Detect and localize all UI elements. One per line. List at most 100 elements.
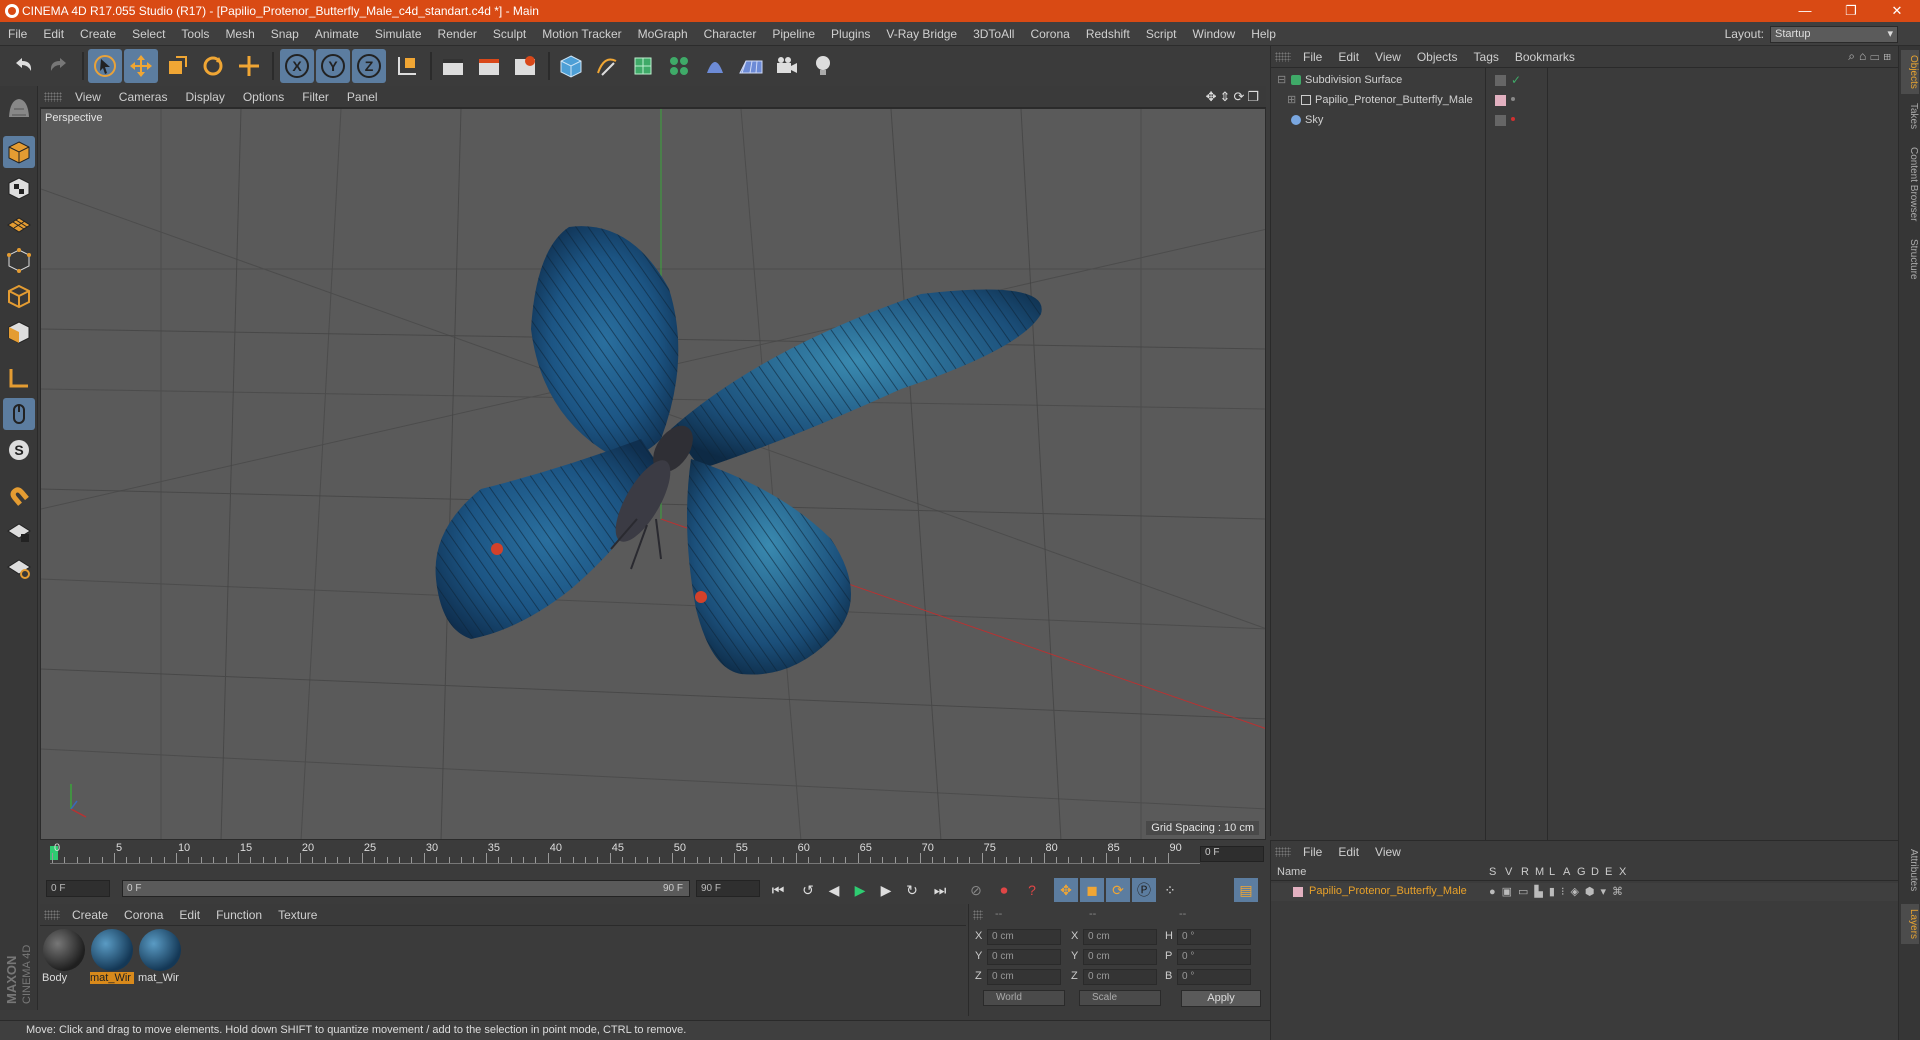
menu-character[interactable]: Character bbox=[696, 27, 765, 41]
menu-pipeline[interactable]: Pipeline bbox=[764, 27, 823, 41]
layer-tag-icon[interactable] bbox=[1495, 115, 1506, 126]
solo-icon[interactable]: S bbox=[3, 434, 35, 466]
viewport-menu-display[interactable]: Display bbox=[176, 90, 233, 104]
visibility-dot-icon[interactable] bbox=[1511, 117, 1515, 121]
render-view-icon[interactable] bbox=[436, 49, 470, 83]
coordinate-space-dropdown[interactable]: World bbox=[983, 990, 1065, 1006]
object-row-butterfly[interactable]: ⊞ Papilio_Protenor_Butterfly_Male bbox=[1275, 90, 1895, 110]
material-menu-function[interactable]: Function bbox=[208, 908, 270, 922]
menu-mesh[interactable]: Mesh bbox=[217, 27, 262, 41]
menu-snap[interactable]: Snap bbox=[263, 27, 307, 41]
viewport-navigation-icons[interactable]: ✥⇕⟳❐ bbox=[1206, 89, 1262, 105]
material-swatch[interactable]: mat_Wir bbox=[90, 928, 134, 986]
frame-range-slider[interactable]: 0 F 90 F bbox=[122, 880, 690, 897]
position-x-field[interactable]: 0 cm bbox=[987, 929, 1061, 945]
material-menu-corona[interactable]: Corona bbox=[116, 908, 171, 922]
object-manager-search-icons[interactable]: ⌕⌂▭⊞ bbox=[1848, 49, 1895, 64]
deformer-icon[interactable] bbox=[698, 49, 732, 83]
object-menu-edit[interactable]: Edit bbox=[1330, 50, 1367, 64]
texture-mode-icon[interactable] bbox=[3, 172, 35, 204]
menu-sculpt[interactable]: Sculpt bbox=[485, 27, 534, 41]
y-axis-icon[interactable]: Y bbox=[316, 49, 350, 83]
object-menu-objects[interactable]: Objects bbox=[1409, 50, 1466, 64]
redo-icon[interactable] bbox=[42, 49, 76, 83]
move-icon[interactable] bbox=[124, 49, 158, 83]
collapse-icon[interactable]: ⊟ bbox=[1277, 70, 1286, 90]
menu-redshift[interactable]: Redshift bbox=[1078, 27, 1138, 41]
polygons-mode-icon[interactable] bbox=[3, 316, 35, 348]
current-frame-field[interactable]: 0 F bbox=[1200, 846, 1264, 862]
layer-menu-edit[interactable]: Edit bbox=[1330, 845, 1367, 859]
layer-menu-file[interactable]: File bbox=[1295, 845, 1330, 859]
visibility-dot-icon[interactable] bbox=[1511, 97, 1515, 101]
menu-tools[interactable]: Tools bbox=[173, 27, 217, 41]
previous-key-icon[interactable]: ↺ bbox=[796, 878, 820, 902]
x-axis-icon[interactable]: X bbox=[280, 49, 314, 83]
points-mode-icon[interactable] bbox=[3, 244, 35, 276]
keyframe-selection-icon[interactable]: ? bbox=[1020, 878, 1044, 902]
position-y-field[interactable]: 0 cm bbox=[987, 949, 1061, 965]
render-picture-viewer-icon[interactable] bbox=[472, 49, 506, 83]
light-icon[interactable] bbox=[806, 49, 840, 83]
snap-magnet-icon[interactable] bbox=[3, 480, 35, 512]
camera-icon[interactable] bbox=[770, 49, 804, 83]
size-y-field[interactable]: 0 cm bbox=[1083, 949, 1157, 965]
position-z-field[interactable]: 0 cm bbox=[987, 969, 1061, 985]
mograph-cloner-icon[interactable] bbox=[662, 49, 696, 83]
layout-dropdown[interactable]: Startup bbox=[1770, 25, 1898, 43]
pen-spline-icon[interactable] bbox=[590, 49, 624, 83]
object-row-sky[interactable]: Sky bbox=[1275, 110, 1895, 130]
menu-mograph[interactable]: MoGraph bbox=[630, 27, 696, 41]
object-row-subdivision-surface[interactable]: ⊟ Subdivision Surface ✓ bbox=[1275, 70, 1895, 90]
z-axis-icon[interactable]: Z bbox=[352, 49, 386, 83]
rotation-p-field[interactable]: 0 ° bbox=[1177, 949, 1251, 965]
tab-objects[interactable]: Objects bbox=[1901, 50, 1919, 94]
menu-script[interactable]: Script bbox=[1138, 27, 1185, 41]
layer-row[interactable]: Papilio_Protenor_Butterfly_Male ●▣▭▙▮⁝◈⬢… bbox=[1271, 883, 1899, 901]
menu-plugins[interactable]: Plugins bbox=[823, 27, 878, 41]
tweak-mode-icon[interactable] bbox=[3, 398, 35, 430]
tab-structure[interactable]: Structure bbox=[1901, 234, 1919, 284]
timeline-ruler[interactable]: 0 5 10 15 20 25 30 35 40 45 50 55 60 65 70 75 80 85 90 bbox=[50, 842, 1200, 864]
tab-takes[interactable]: Takes bbox=[1901, 98, 1919, 134]
workplane-icon[interactable] bbox=[3, 208, 35, 240]
apply-button[interactable]: Apply bbox=[1181, 990, 1261, 1007]
timeline-window-icon[interactable]: ▤ bbox=[1234, 878, 1258, 902]
edges-mode-icon[interactable] bbox=[3, 280, 35, 312]
object-menu-view[interactable]: View bbox=[1367, 50, 1409, 64]
menu-edit[interactable]: Edit bbox=[35, 27, 72, 41]
axis-mode-icon[interactable] bbox=[3, 362, 35, 394]
viewport-menu-options[interactable]: Options bbox=[234, 90, 293, 104]
play-icon[interactable]: ▶ bbox=[848, 878, 872, 902]
menu-corona[interactable]: Corona bbox=[1022, 27, 1077, 41]
key-position-icon[interactable]: ✥ bbox=[1054, 878, 1078, 902]
expand-icon[interactable]: ⊞ bbox=[1287, 90, 1296, 110]
key-parameter-icon[interactable]: Ⓟ bbox=[1132, 878, 1156, 902]
material-menu-create[interactable]: Create bbox=[64, 908, 116, 922]
select-arrow-icon[interactable] bbox=[88, 49, 122, 83]
key-pla-icon[interactable]: ⁘ bbox=[1158, 878, 1182, 902]
menu-file[interactable]: File bbox=[0, 27, 35, 41]
rotation-b-field[interactable]: 0 ° bbox=[1177, 969, 1251, 985]
object-menu-file[interactable]: File bbox=[1295, 50, 1330, 64]
tab-content-browser[interactable]: Content Browser bbox=[1901, 140, 1919, 228]
coordinate-system-icon[interactable] bbox=[390, 49, 424, 83]
make-editable-icon[interactable] bbox=[3, 92, 35, 124]
rotate-icon[interactable] bbox=[196, 49, 230, 83]
material-menu-texture[interactable]: Texture bbox=[270, 908, 325, 922]
rotation-h-field[interactable]: 0 ° bbox=[1177, 929, 1251, 945]
material-swatch[interactable]: mat_Wir bbox=[138, 928, 182, 986]
scale-icon[interactable] bbox=[160, 49, 194, 83]
render-settings-icon[interactable] bbox=[508, 49, 542, 83]
menu-help[interactable]: Help bbox=[1243, 27, 1284, 41]
menu-render[interactable]: Render bbox=[430, 27, 485, 41]
layer-color-icon[interactable] bbox=[1495, 95, 1506, 106]
key-rotation-icon[interactable]: ⟳ bbox=[1106, 878, 1130, 902]
layer-toggle-icons[interactable]: ●▣▭▙▮⁝◈⬢▾⌘ bbox=[1489, 885, 1629, 898]
menu-animate[interactable]: Animate bbox=[307, 27, 367, 41]
material-swatch[interactable]: Body bbox=[42, 928, 86, 986]
size-z-field[interactable]: 0 cm bbox=[1083, 969, 1157, 985]
end-frame-field[interactable]: 90 F bbox=[696, 880, 760, 897]
material-menu-edit[interactable]: Edit bbox=[171, 908, 208, 922]
menu-window[interactable]: Window bbox=[1185, 27, 1244, 41]
